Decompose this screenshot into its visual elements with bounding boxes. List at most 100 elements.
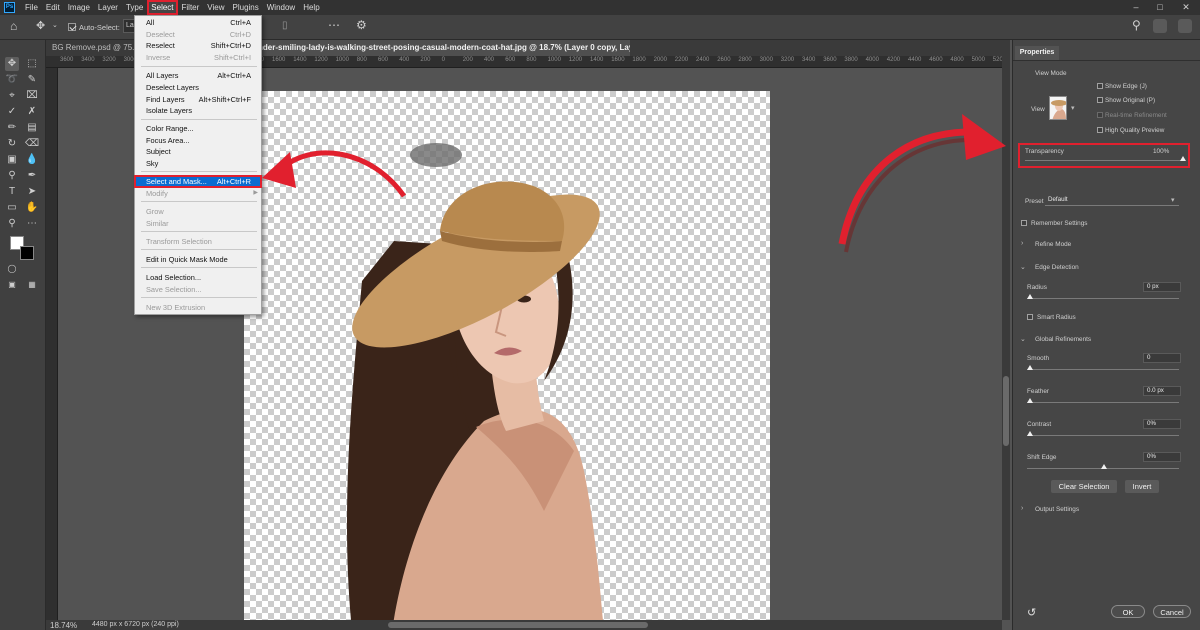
search-icon[interactable]: ⚲ xyxy=(1132,18,1141,32)
remember-settings-checkbox[interactable] xyxy=(1021,220,1027,226)
tab-bg-remove[interactable]: BG Remove.psd @ 75.6% xyxy=(46,40,138,56)
preset-dropdown[interactable]: Default xyxy=(1045,196,1179,206)
history-brush-icon[interactable]: ↻ xyxy=(5,137,19,151)
type-tool-icon[interactable]: T xyxy=(5,185,19,199)
document-canvas[interactable] xyxy=(244,91,770,620)
quick-select-tool-icon[interactable]: ✎ xyxy=(25,73,39,87)
global-refinements-heading[interactable]: Global Refinements xyxy=(1035,336,1091,343)
maximize-icon[interactable]: □ xyxy=(1148,0,1172,15)
reset-icon[interactable]: ↺ xyxy=(1027,606,1036,619)
menu-item-isolate-layers[interactable]: Isolate Layers xyxy=(135,105,261,116)
shift-edge-slider-knob[interactable] xyxy=(1101,464,1107,469)
chevron-down-icon[interactable]: ▾ xyxy=(1171,196,1175,204)
menu-item-grow[interactable]: Grow xyxy=(135,206,261,217)
transparency-value[interactable]: 100% xyxy=(1153,148,1169,155)
contrast-slider-knob[interactable] xyxy=(1027,431,1033,436)
show-edge-checkbox[interactable] xyxy=(1097,83,1103,89)
chevron-down-icon[interactable]: ⌄ xyxy=(52,21,58,29)
contrast-slider[interactable] xyxy=(1027,435,1179,436)
lasso-tool-icon[interactable]: ➰ xyxy=(5,73,19,87)
rectangle-tool-icon[interactable]: ▭ xyxy=(5,201,19,215)
scroll-thumb[interactable] xyxy=(388,622,648,628)
chevron-down-icon[interactable]: ⌄ xyxy=(1020,335,1026,343)
menu-layer[interactable]: Layer xyxy=(94,0,122,15)
screen-mode-icon[interactable]: ▣ xyxy=(5,278,19,292)
show-original-checkbox[interactable] xyxy=(1097,97,1103,103)
tab-properties[interactable]: Properties xyxy=(1015,46,1059,60)
photoshop-logo[interactable]: Ps xyxy=(4,2,15,13)
contrast-field[interactable]: 0% xyxy=(1143,419,1181,429)
radius-slider-knob[interactable] xyxy=(1027,294,1033,299)
home-icon[interactable]: ⌂ xyxy=(10,19,17,33)
shift-edge-field[interactable]: 0% xyxy=(1143,452,1181,462)
artboard-icon[interactable]: ▦ xyxy=(25,278,39,292)
more-options-icon[interactable]: ⋯ xyxy=(328,18,340,32)
chevron-right-icon[interactable]: › xyxy=(1021,505,1023,512)
quick-mask-icon[interactable]: ◯ xyxy=(5,262,19,276)
cancel-button[interactable]: Cancel xyxy=(1153,605,1191,618)
pen-tool-icon[interactable]: ✒ xyxy=(25,169,39,183)
radius-slider[interactable] xyxy=(1027,298,1179,299)
crop-tool-icon[interactable]: ⌖ xyxy=(5,89,19,103)
menu-item-focus-area[interactable]: Focus Area... xyxy=(135,135,261,146)
gear-icon[interactable]: ⚙ xyxy=(356,18,367,32)
brush-tool-icon[interactable]: ✏ xyxy=(5,121,19,135)
eyedropper-tool-icon[interactable]: ✓ xyxy=(5,105,19,119)
menu-item-all-layers[interactable]: All Layers Alt+Ctrl+A xyxy=(135,70,261,81)
menu-help[interactable]: Help xyxy=(299,0,323,15)
healing-tool-icon[interactable]: ✗ xyxy=(25,105,39,119)
menu-item-similar[interactable]: Similar xyxy=(135,218,261,229)
menu-item-select-and-mask[interactable]: Select and Mask... Alt+Ctrl+R xyxy=(134,175,262,188)
hand-tool-icon[interactable]: ✋ xyxy=(25,201,39,215)
transparency-slider[interactable] xyxy=(1025,160,1183,161)
gradient-tool-icon[interactable]: ▣ xyxy=(5,153,19,167)
close-icon[interactable]: ✕ xyxy=(1174,0,1198,15)
transparency-slider-knob[interactable] xyxy=(1180,156,1186,161)
menu-select[interactable]: Select xyxy=(147,0,178,15)
menu-filter[interactable]: Filter xyxy=(178,0,204,15)
minimize-icon[interactable]: – xyxy=(1124,0,1148,15)
clear-selection-button[interactable]: Clear Selection xyxy=(1051,480,1117,493)
menu-item-color-range[interactable]: Color Range... xyxy=(135,123,261,134)
marquee-tool-icon[interactable]: ⬚ xyxy=(25,57,39,71)
background-color-swatch[interactable] xyxy=(20,246,34,260)
menu-file[interactable]: File xyxy=(21,0,42,15)
menu-item-deselect-layers[interactable]: Deselect Layers xyxy=(135,82,261,93)
chevron-down-icon[interactable]: ▾ xyxy=(1071,104,1075,112)
feather-slider[interactable] xyxy=(1027,402,1179,403)
edge-detection-heading[interactable]: Edge Detection xyxy=(1035,264,1079,271)
menu-item-inverse[interactable]: Inverse Shift+Ctrl+I xyxy=(135,52,261,63)
menu-image[interactable]: Image xyxy=(64,0,94,15)
menu-item-deselect[interactable]: Deselect Ctrl+D xyxy=(135,29,261,40)
menu-item-reselect[interactable]: Reselect Shift+Ctrl+D xyxy=(135,40,261,51)
realtime-refinement-checkbox[interactable] xyxy=(1097,112,1103,118)
menu-window[interactable]: Window xyxy=(263,0,299,15)
smooth-slider-knob[interactable] xyxy=(1027,365,1033,370)
menu-item-sky[interactable]: Sky xyxy=(135,158,261,169)
zoom-level[interactable]: 18.74% xyxy=(50,621,77,630)
menu-item-transform-selection[interactable]: Transform Selection xyxy=(135,236,261,247)
move-tool-icon[interactable]: ✥ xyxy=(5,57,19,71)
output-settings-heading[interactable]: Output Settings xyxy=(1035,506,1079,513)
chevron-right-icon[interactable]: › xyxy=(1021,240,1023,247)
share-icon[interactable] xyxy=(1178,19,1192,33)
eraser-tool-icon[interactable]: ⌫ xyxy=(25,137,39,151)
menu-item-find-layers[interactable]: Find Layers Alt+Shift+Ctrl+F xyxy=(135,94,261,105)
menu-type[interactable]: Type xyxy=(122,0,147,15)
menu-item-all[interactable]: All Ctrl+A xyxy=(135,17,261,28)
refine-mode-heading[interactable]: Refine Mode xyxy=(1035,241,1071,248)
radius-field[interactable]: 0 px xyxy=(1143,282,1181,292)
auto-select-checkbox[interactable] xyxy=(68,21,76,31)
edit-toolbar-icon[interactable]: ⋯ xyxy=(25,217,39,231)
feather-slider-knob[interactable] xyxy=(1027,398,1033,403)
ok-button[interactable]: OK xyxy=(1111,605,1145,618)
smooth-field[interactable]: 0 xyxy=(1143,353,1181,363)
high-quality-preview-checkbox[interactable] xyxy=(1097,127,1103,133)
menu-item-quick-mask[interactable]: Edit in Quick Mask Mode xyxy=(135,254,261,265)
blur-tool-icon[interactable]: 💧 xyxy=(25,153,39,167)
menu-edit[interactable]: Edit xyxy=(42,0,64,15)
menu-item-subject[interactable]: Subject xyxy=(135,146,261,157)
invert-button[interactable]: Invert xyxy=(1125,480,1159,493)
workspace-icon[interactable] xyxy=(1153,19,1167,33)
path-select-tool-icon[interactable]: ➤ xyxy=(25,185,39,199)
